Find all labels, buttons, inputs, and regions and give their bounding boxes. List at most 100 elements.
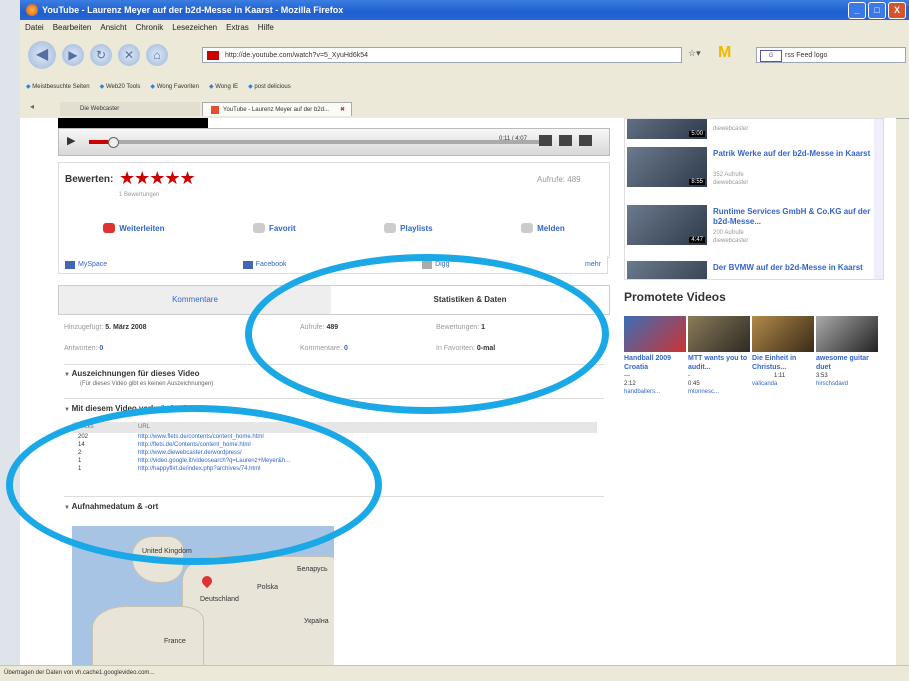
- menu-extras[interactable]: Extras: [226, 23, 249, 32]
- video-user[interactable]: diewebcaster: [713, 237, 748, 245]
- favorite-button[interactable]: Favorit: [252, 218, 296, 238]
- share-button[interactable]: Weiterleiten: [103, 218, 164, 238]
- promoted-videos: Handball 2009 Croatia --- 2:12 handballe…: [624, 316, 886, 426]
- row-url[interactable]: http://flets.de/Contents/content_home.ht…: [138, 442, 251, 448]
- stat-comments: Kommentare: 0: [300, 345, 348, 352]
- video-user[interactable]: handballers...: [624, 388, 686, 396]
- stat-replies-value[interactable]: 0: [99, 345, 103, 352]
- video-title[interactable]: awesome guitar duet: [816, 354, 878, 372]
- facebook-link[interactable]: Facebook: [242, 260, 287, 269]
- video-title[interactable]: Patrik Werke auf der b2d-Messe in Kaarst: [713, 149, 873, 159]
- more-link[interactable]: mehr: [585, 261, 601, 268]
- bookmarks-bar: Meistbesuchte Seiten Web20 Tools Wong Fa…: [20, 80, 909, 93]
- fullscreen-icon[interactable]: [579, 135, 592, 146]
- stat-ratings-label: Bewertungen:: [436, 324, 480, 331]
- mcdonalds-icon[interactable]: M: [718, 44, 736, 62]
- seek-handle[interactable]: [107, 137, 119, 148]
- video-thumbnail[interactable]: [627, 261, 707, 279]
- bookmark-item[interactable]: Wong IE: [209, 83, 238, 90]
- recording-heading[interactable]: Aufnahmedatum & -ort: [64, 502, 159, 511]
- video-thumbnail[interactable]: [816, 316, 878, 352]
- video-title[interactable]: Der BVMW auf der b2d-Messe in Kaarst: [713, 263, 873, 273]
- related-video-item[interactable]: 8:55 Patrik Werke auf der b2d-Messe in K…: [627, 145, 877, 189]
- search-input[interactable]: G rss Feed logo: [756, 47, 906, 63]
- video-thumbnail[interactable]: [624, 316, 686, 352]
- bookmark-item[interactable]: Web20 Tools: [100, 83, 140, 90]
- divider: [64, 398, 604, 399]
- video-title[interactable]: Die Einheit in Christus...: [752, 354, 814, 372]
- home-icon[interactable]: ⌂: [146, 44, 168, 66]
- row-url[interactable]: http://happyflirt.de/index.php?archives/…: [138, 466, 260, 472]
- stop-icon[interactable]: ✕: [118, 44, 140, 66]
- rating-stars[interactable]: ★★★★★: [119, 168, 196, 189]
- reload-icon[interactable]: ↻: [90, 44, 112, 66]
- related-video-item[interactable]: 4:47 Runtime Services GmbH & Co.KG auf d…: [627, 203, 877, 247]
- myspace-link[interactable]: MySpace: [65, 260, 107, 269]
- share-links: MySpace Facebook Digg mehr: [58, 256, 608, 274]
- video-views: 200 Aufrufe: [713, 230, 744, 236]
- tab-statistics[interactable]: Statistiken & Daten: [331, 286, 609, 314]
- menu-ansicht[interactable]: Ansicht: [100, 23, 126, 32]
- related-video-item[interactable]: Der BVMW auf der b2d-Messe in Kaarst: [627, 259, 877, 279]
- table-row: 14 http://flets.de/Contents/content_home.…: [72, 441, 597, 449]
- bookmark-star-icon[interactable]: ☆▾: [688, 48, 701, 59]
- volume-icon[interactable]: [539, 135, 552, 146]
- video-user[interactable]: valicanda: [752, 380, 814, 388]
- video-title[interactable]: Handball 2009 Croatia: [624, 354, 686, 372]
- menu-bearbeiten[interactable]: Bearbeiten: [53, 23, 92, 32]
- sidebar-scrollbar[interactable]: [874, 119, 883, 279]
- menu-datei[interactable]: Datei: [25, 23, 44, 32]
- tab-youtube[interactable]: YouTube - Laurenz Meyer auf der b2d... ✖: [202, 102, 352, 116]
- minimize-button[interactable]: _: [848, 2, 866, 19]
- digg-link[interactable]: Digg: [422, 260, 449, 269]
- menu-lesezeichen[interactable]: Lesezeichen: [172, 23, 217, 32]
- video-user[interactable]: diewebcaster: [713, 125, 748, 133]
- video-title[interactable]: Runtime Services GmbH & Co.KG auf der b2…: [713, 207, 873, 227]
- video-user[interactable]: mtonnesc...: [688, 388, 750, 396]
- links-heading[interactable]: Mit diesem Video verknüpfte Seiten: [64, 404, 207, 413]
- back-icon[interactable]: ◀: [28, 41, 56, 69]
- tab-webcaster[interactable]: Die Webcaster: [60, 102, 200, 116]
- seek-bar[interactable]: [89, 137, 539, 148]
- playlist-icon: [384, 223, 397, 233]
- video-frame[interactable]: [58, 118, 208, 128]
- playlists-button[interactable]: Playlists: [384, 218, 433, 238]
- menu-hilfe[interactable]: Hilfe: [258, 23, 274, 32]
- related-video-item[interactable]: 5:00 diewebcaster: [627, 119, 877, 141]
- row-url[interactable]: http://www.diewebcaster.de/wordpress/: [138, 450, 242, 456]
- url-input[interactable]: http://de.youtube.com/watch?v=5_XyuHd6k5…: [202, 47, 682, 63]
- bookmark-item[interactable]: post delicious: [248, 83, 290, 90]
- forward-icon[interactable]: ▶: [62, 44, 84, 66]
- maximize-button[interactable]: □: [868, 2, 886, 19]
- promoted-video-item[interactable]: Handball 2009 Croatia --- 2:12 handballe…: [624, 316, 686, 396]
- close-button[interactable]: X: [888, 2, 906, 19]
- video-thumbnail[interactable]: [752, 316, 814, 352]
- video-thumbnail[interactable]: 4:47: [627, 205, 707, 245]
- menu-chronik[interactable]: Chronik: [136, 23, 164, 32]
- links-table-header: Klicks URL: [72, 422, 597, 433]
- tab-comments[interactable]: Kommentare: [59, 286, 332, 314]
- video-thumbnail[interactable]: [688, 316, 750, 352]
- play-icon[interactable]: ▶: [67, 134, 75, 147]
- stat-comments-value[interactable]: 0: [344, 345, 348, 352]
- bookmark-item[interactable]: Wong Favoriten: [150, 83, 199, 90]
- promoted-video-item[interactable]: MTT wants you to audit... - 0:45 mtonnes…: [688, 316, 750, 396]
- video-title[interactable]: MTT wants you to audit...: [688, 354, 750, 372]
- page-content: ▶ 0:11 / 4:07 Bewerten: ★★★★★ 1 Bewertun…: [20, 118, 896, 665]
- row-url[interactable]: http://www.flets.de/contents/content_hom…: [138, 434, 264, 440]
- video-thumbnail[interactable]: 8:55: [627, 147, 707, 187]
- flag-button[interactable]: Melden: [521, 218, 565, 238]
- video-user[interactable]: hirschsdavd: [816, 380, 878, 388]
- location-map[interactable]: United Kingdom Polska Deutschland France…: [72, 526, 334, 665]
- video-user[interactable]: diewebcaster: [713, 179, 748, 187]
- promoted-video-item[interactable]: awesome guitar duet 3:53 hirschsdavd: [816, 316, 878, 388]
- size-toggle-icon[interactable]: [559, 135, 572, 146]
- tab-scroll-icon[interactable]: ◂: [30, 102, 34, 111]
- bookmark-item[interactable]: Meistbesuchte Seiten: [26, 83, 89, 90]
- video-thumbnail[interactable]: 5:00: [627, 119, 707, 139]
- promoted-video-item[interactable]: Die Einheit in Christus... 1:11 valicand…: [752, 316, 814, 388]
- row-url[interactable]: http://video.google.it/videosearch?q=Lau…: [138, 458, 290, 464]
- stat-ratings: Bewertungen: 1: [436, 324, 485, 331]
- awards-heading[interactable]: Auszeichnungen für dieses Video: [64, 369, 200, 378]
- tab-close-icon[interactable]: ✖: [340, 103, 345, 117]
